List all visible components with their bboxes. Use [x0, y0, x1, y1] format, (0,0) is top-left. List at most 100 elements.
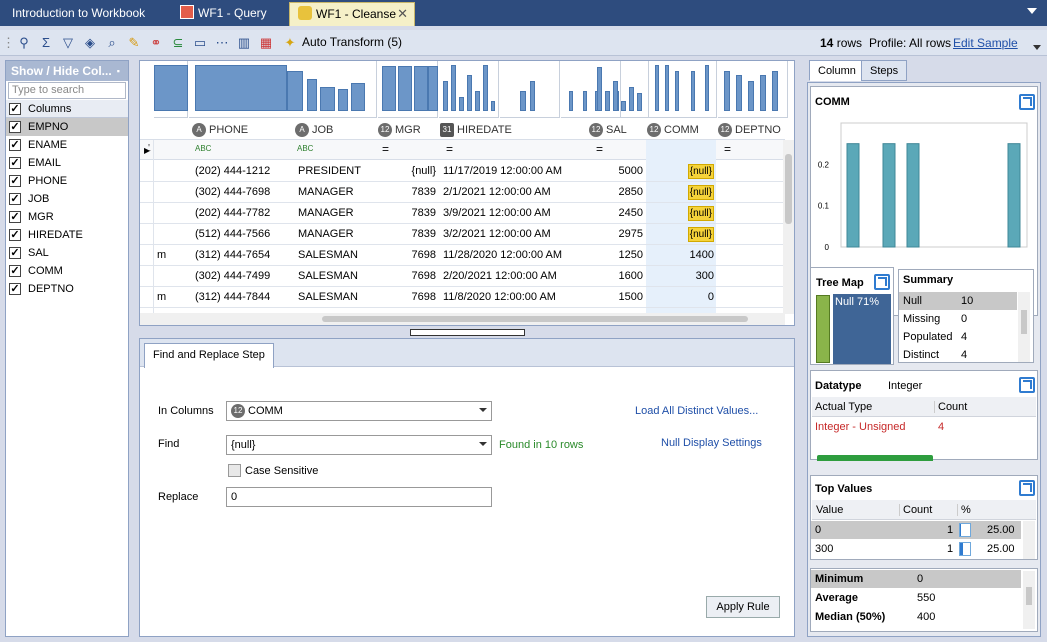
column-header-hiredate[interactable]: 31 HIREDATE [440, 120, 512, 140]
column-histogram[interactable] [647, 61, 717, 118]
job-cell[interactable]: MANAGER [298, 203, 354, 224]
job-cell[interactable]: SALESMAN [298, 287, 358, 308]
phone-cell[interactable]: (312) 444-7654 [195, 245, 270, 266]
horizontal-scroll-thumb[interactable] [322, 316, 748, 322]
equals-filter-icon[interactable]: = [596, 142, 603, 156]
null-display-settings-link[interactable]: Null Display Settings [661, 437, 762, 449]
column-item-phone[interactable]: ✓ PHONE [6, 172, 128, 190]
column-header-comm[interactable]: 12 COMM [647, 120, 699, 140]
column-checkbox[interactable]: ✓ [9, 229, 21, 241]
column-header-mgr[interactable]: 12 MGR [378, 120, 421, 140]
tree-map-populated-cell[interactable] [816, 295, 830, 363]
sal-cell[interactable]: 1250 [590, 245, 643, 266]
equals-filter-icon[interactable]: = [724, 142, 731, 156]
comm-cell[interactable]: {null} [647, 182, 714, 203]
toolbar-overflow-icon[interactable] [1033, 45, 1041, 50]
hiredate-cell[interactable]: 3/9/2021 12:00:00 AM [443, 203, 551, 224]
column-checkbox[interactable]: ✓ [9, 175, 21, 187]
column-checkbox[interactable]: ✓ [9, 247, 21, 259]
mgr-cell[interactable]: 7839 [380, 182, 436, 203]
tab-wf1-query[interactable]: WF1 - Query [172, 2, 284, 26]
top-value-row[interactable]: 0 1 25.00 [811, 521, 1021, 539]
binoculars-icon[interactable]: ⚲ [16, 35, 32, 51]
replace-input[interactable]: 0 [226, 487, 492, 507]
tab-wf1-cleanse[interactable]: WF1 - Cleanse ✕ [289, 2, 415, 26]
column-histogram[interactable] [718, 61, 788, 118]
filter-icon[interactable]: ▽ [60, 35, 76, 51]
case-sensitive-checkbox[interactable] [228, 464, 241, 477]
table-row[interactable]: m (312) 444-7654 SALESMAN 7698 11/28/2020 12… [140, 245, 785, 266]
column-histogram[interactable] [500, 61, 560, 118]
auto-transform-icon[interactable]: ✦ [282, 35, 298, 51]
column-checkbox[interactable]: ✓ [9, 265, 21, 277]
table-row[interactable]: (202) 444-7782 MANAGER 7839 3/9/2021 12:00:… [140, 203, 785, 224]
mgr-cell[interactable]: 7698 [380, 266, 436, 287]
phone-cell[interactable]: (202) 444-1212 [195, 161, 270, 182]
column-checkbox[interactable]: ✓ [9, 193, 21, 205]
row-lead-cell[interactable]: m [157, 245, 166, 266]
column-item-hiredate[interactable]: ✓ HIREDATE [6, 226, 128, 244]
stat-row[interactable]: Minimum 0 [811, 570, 1021, 588]
summary-row-distinct[interactable]: Distinct 4 [899, 346, 1017, 364]
expand-icon[interactable] [1019, 94, 1035, 110]
job-cell[interactable]: MANAGER [298, 224, 354, 245]
column-item-mgr[interactable]: ✓ MGR [6, 208, 128, 226]
phone-cell[interactable]: (302) 444-7698 [195, 182, 270, 203]
column-checkbox[interactable]: ✓ [9, 157, 21, 169]
hiredate-cell[interactable]: 2/1/2021 12:00:00 AM [443, 182, 551, 203]
summary-scrollbar[interactable] [1018, 292, 1030, 362]
table-row[interactable]: m (312) 444-7844 SALESMAN 7698 11/8/2020 12:… [140, 287, 785, 308]
expand-icon[interactable] [1019, 377, 1035, 393]
mgr-cell[interactable]: 7698 [380, 287, 436, 308]
column-checkbox[interactable]: ✓ [9, 283, 21, 295]
column-header-sal[interactable]: 12 SAL [589, 120, 627, 140]
comm-cell[interactable]: 0 [647, 287, 714, 308]
expand-icon[interactable] [874, 274, 890, 290]
table-row[interactable]: (302) 444-7499 SALESMAN 7698 2/20/2021 12:0… [140, 266, 785, 287]
summary-row-null[interactable]: Null 10 [899, 292, 1017, 310]
format-icon[interactable]: ⊆ [170, 35, 186, 51]
select-all-checkbox[interactable]: ✓ [9, 103, 21, 115]
tab-overflow-chevron-icon[interactable] [1027, 8, 1037, 14]
column-item-comm[interactable]: ✓ COMM [6, 262, 128, 280]
auto-transform-button[interactable]: Auto Transform (5) [302, 35, 402, 49]
column-checkbox[interactable]: ✓ [9, 121, 21, 133]
sal-cell[interactable]: 1500 [590, 287, 643, 308]
find-select[interactable]: {null} [226, 435, 492, 455]
column-histogram[interactable] [189, 61, 377, 118]
column-histogram[interactable] [378, 61, 438, 118]
job-cell[interactable]: SALESMAN [298, 245, 358, 266]
summary-row-missing[interactable]: Missing 0 [899, 310, 1017, 328]
column-checkbox[interactable]: ✓ [9, 211, 21, 223]
column-header-deptno[interactable]: 12 DEPTNO [718, 120, 781, 140]
comm-cell[interactable]: {null} [647, 161, 714, 182]
column-item-email[interactable]: ✓ EMAIL [6, 154, 128, 172]
stat-row[interactable]: Median (50%) 400 [811, 608, 1021, 626]
column-item-ename[interactable]: ✓ ENAME [6, 136, 128, 154]
sal-cell[interactable]: 1600 [590, 266, 643, 287]
column-header-job[interactable]: A JOB [295, 120, 333, 140]
table-row[interactable]: (202) 444-1212 PRESIDENT {null} 11/17/2019 … [140, 161, 785, 182]
column-histogram[interactable] [154, 61, 188, 118]
column-item-job[interactable]: ✓ JOB [6, 190, 128, 208]
top-value-row[interactable]: 300 1 25.00 [811, 540, 1021, 558]
stats-scrollbar[interactable] [1023, 571, 1035, 629]
tab-column[interactable]: Column [809, 60, 865, 81]
column-histogram[interactable] [439, 61, 499, 118]
row-lead-cell[interactable]: m [157, 287, 166, 308]
merge-icon[interactable]: ⚭ [148, 35, 164, 51]
comm-cell[interactable]: 1400 [647, 245, 714, 266]
hiredate-cell[interactable]: 11/8/2020 12:00:00 AM [443, 287, 556, 308]
top-values-scrollbar[interactable] [1023, 521, 1035, 559]
text-filter-icon[interactable]: ABC [297, 144, 313, 153]
vertical-scrollbar[interactable] [783, 140, 794, 314]
stat-row[interactable]: Average 550 [811, 589, 1021, 607]
text-filter-icon[interactable]: ABC [195, 144, 211, 153]
close-tab-icon[interactable]: ✕ [397, 3, 408, 25]
mgr-cell[interactable]: 7839 [380, 203, 436, 224]
summary-row-populated[interactable]: Populated 4 [899, 328, 1017, 346]
sal-cell[interactable]: 5000 [590, 161, 643, 182]
hiredate-cell[interactable]: 11/17/2019 12:00:00 AM [443, 161, 562, 182]
comm-cell[interactable]: 300 [647, 266, 714, 287]
hiredate-cell[interactable]: 11/28/2020 12:00:00 AM [443, 245, 562, 266]
